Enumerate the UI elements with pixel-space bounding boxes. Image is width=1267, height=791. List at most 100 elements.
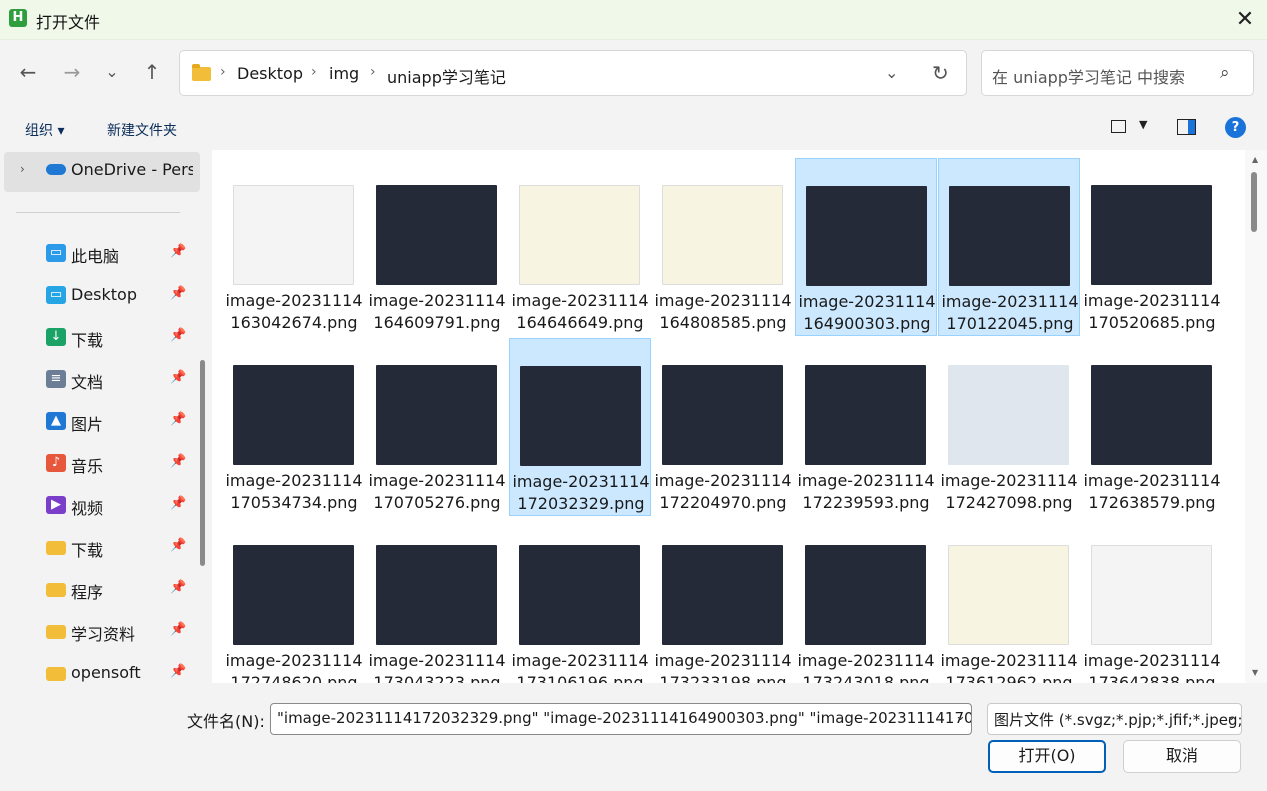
file-item[interactable]: image-20231114170705276.png	[366, 338, 508, 516]
image-thumbnail	[1091, 365, 1212, 465]
forward-button[interactable]: →	[58, 58, 86, 86]
video-icon: ▶	[46, 496, 66, 514]
file-item[interactable]: image-20231114172427098.png	[938, 338, 1080, 516]
footer-panel: 文件名(N): "image-20231114172032329.png" "i…	[0, 683, 1267, 791]
file-item[interactable]: image-20231114164646649.png	[509, 158, 651, 336]
pin-icon: 📌	[170, 622, 187, 637]
sidebar-item-8[interactable]: 程序 📌	[0, 570, 200, 610]
open-button[interactable]: 打开(O)	[988, 740, 1106, 773]
sidebar-item-9[interactable]: 学习资料 📌	[0, 612, 200, 652]
file-item[interactable]: image-20231114164808585.png	[652, 158, 794, 336]
help-icon[interactable]: ?	[1225, 117, 1246, 138]
cloud-icon	[46, 164, 66, 175]
pin-icon: 📌	[170, 412, 187, 427]
recent-locations-button[interactable]: ⌄	[98, 58, 126, 86]
file-item[interactable]: image-20231114173612962.png	[938, 518, 1080, 683]
sidebar-item-label: 程序	[71, 583, 104, 602]
image-thumbnail	[376, 365, 497, 465]
file-item[interactable]: image-20231114173043223.png	[366, 518, 508, 683]
sidebar-item-label: 图片	[71, 415, 104, 434]
file-item[interactable]: image-20231114172239593.png	[795, 338, 937, 516]
address-dropdown-icon[interactable]: ⌄	[885, 63, 898, 82]
file-name: image-20231114164646649.png	[511, 291, 649, 332]
image-thumbnail	[376, 545, 497, 645]
pin-icon: 📌	[170, 496, 187, 511]
sidebar-item-label: Desktop	[71, 285, 137, 304]
pictures-icon: ▲	[46, 412, 66, 430]
file-item[interactable]: image-20231114170520685.png	[1081, 158, 1223, 336]
search-input[interactable]: 在 uniapp学习笔记 中搜索	[992, 64, 1185, 88]
file-name: image-20231114173043223.png	[368, 651, 506, 683]
chevron-right-icon[interactable]: ›	[220, 64, 226, 80]
sidebar-item-label: 下载	[71, 541, 104, 560]
chevron-right-icon[interactable]: ›	[20, 162, 25, 176]
view-icon[interactable]	[1111, 120, 1126, 133]
sidebar-item-label: 文档	[71, 373, 104, 392]
file-list: image-20231114163042674.png image-2023111…	[215, 150, 1245, 683]
file-name: image-20231114170122045.png	[941, 292, 1079, 333]
file-item[interactable]: image-20231114170122045.png	[938, 158, 1080, 336]
view-dropdown-icon[interactable]: ▼	[1139, 118, 1147, 131]
sidebar-scrollbar[interactable]	[200, 360, 205, 566]
refresh-icon[interactable]: ↻	[932, 61, 949, 85]
sidebar-item-2[interactable]: ↓ 下载 📌	[0, 318, 200, 358]
cancel-button[interactable]: 取消	[1123, 740, 1241, 773]
sidebar-item-6[interactable]: ▶ 视频 📌	[0, 486, 200, 526]
pin-icon: 📌	[170, 370, 187, 385]
sidebar-onedrive-label[interactable]: OneDrive - Pers	[71, 160, 193, 179]
scroll-down-icon[interactable]: ▼	[1252, 668, 1258, 677]
filename-input[interactable]: "image-20231114172032329.png" "image-202…	[270, 703, 972, 735]
sidebar-item-0[interactable]: ▭ 此电脑 📌	[0, 234, 200, 274]
chevron-right-icon[interactable]: ›	[311, 64, 317, 80]
navigation-pane: › OneDrive - Pers ▭ 此电脑 📌 ▭ Desktop 📌 ↓ 下载 📌 ≡ 文档 📌…	[0, 150, 212, 683]
new-folder-button[interactable]: 新建文件夹	[107, 120, 177, 140]
sidebar-item-7[interactable]: 下载 📌	[0, 528, 200, 568]
file-name: image-20231114172032329.png	[512, 472, 650, 513]
back-button[interactable]: ←	[14, 58, 42, 86]
file-name: image-20231114164609791.png	[368, 291, 506, 332]
desktop-icon: ▭	[46, 286, 66, 304]
address-bar[interactable]: › Desktop › img › uniapp学习笔记 ⌄ ↻	[179, 50, 967, 96]
file-name: image-20231114173612962.png	[940, 651, 1078, 683]
preview-pane-icon[interactable]	[1177, 119, 1196, 135]
sidebar-item-5[interactable]: ♪ 音乐 📌	[0, 444, 200, 484]
breadcrumb-uniapp[interactable]: uniapp学习笔记	[387, 64, 506, 88]
file-item[interactable]: image-20231114172032329.png	[509, 338, 651, 516]
file-item[interactable]: image-20231114172638579.png	[1081, 338, 1223, 516]
image-thumbnail	[519, 545, 640, 645]
title-bar: H 打开文件 ✕	[0, 0, 1267, 40]
up-button[interactable]: ↑	[138, 58, 166, 86]
folder-icon	[192, 64, 211, 81]
file-item[interactable]: image-20231114164609791.png	[366, 158, 508, 336]
pin-icon: 📌	[170, 580, 187, 595]
sidebar-item-label: 下载	[71, 331, 104, 350]
sidebar-item-3[interactable]: ≡ 文档 📌	[0, 360, 200, 400]
image-thumbnail	[948, 545, 1069, 645]
search-box[interactable]: 在 uniapp学习笔记 中搜索 ⌕	[981, 50, 1254, 96]
scroll-up-icon[interactable]: ▲	[1252, 155, 1258, 164]
breadcrumb-desktop[interactable]: Desktop	[237, 64, 303, 83]
file-type-select[interactable]: 图片文件 (*.svgz;*.pjp;*.jfif;*.jpeg;*.png)	[987, 703, 1242, 735]
sidebar-item-1[interactable]: ▭ Desktop 📌	[0, 276, 200, 316]
organize-button[interactable]: 组织 ▾	[25, 120, 64, 140]
file-item[interactable]: image-20231114173233198.png	[652, 518, 794, 683]
chevron-down-icon[interactable]: ⌄	[1226, 709, 1237, 724]
scroll-thumb[interactable]	[1251, 172, 1257, 232]
file-name: image-20231114172748620.png	[225, 651, 363, 683]
chevron-right-icon[interactable]: ›	[370, 64, 376, 80]
file-item[interactable]: image-20231114173642838.png	[1081, 518, 1223, 683]
file-item[interactable]: image-20231114173106196.png	[509, 518, 651, 683]
sidebar-item-4[interactable]: ▲ 图片 📌	[0, 402, 200, 442]
file-item[interactable]: image-20231114163042674.png	[223, 158, 365, 336]
file-item[interactable]: image-20231114173243018.png	[795, 518, 937, 683]
search-icon[interactable]: ⌕	[1220, 63, 1230, 83]
file-item[interactable]: image-20231114172204970.png	[652, 338, 794, 516]
file-item[interactable]: image-20231114172748620.png	[223, 518, 365, 683]
image-thumbnail	[662, 545, 783, 645]
file-item[interactable]: image-20231114164900303.png	[795, 158, 937, 336]
chevron-down-icon[interactable]: ⌄	[955, 709, 966, 724]
close-button[interactable]: ✕	[1230, 6, 1260, 34]
pin-icon: 📌	[170, 538, 187, 553]
breadcrumb-img[interactable]: img	[329, 64, 359, 83]
file-item[interactable]: image-20231114170534734.png	[223, 338, 365, 516]
